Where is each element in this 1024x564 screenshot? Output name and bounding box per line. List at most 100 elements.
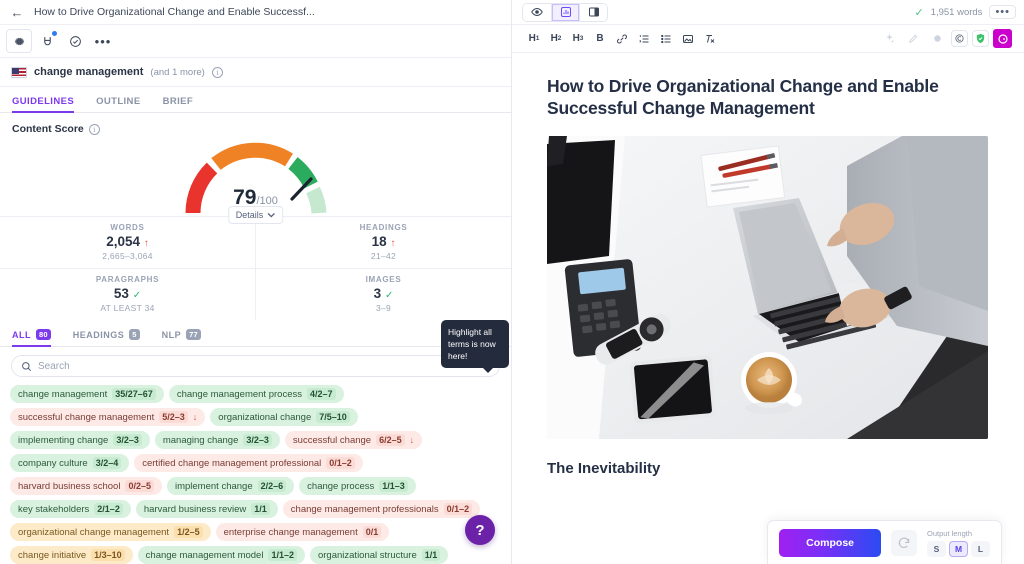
tab-guidelines[interactable]: GUIDELINES	[12, 96, 86, 113]
term-text: certified change management professional	[142, 457, 322, 469]
term-chip[interactable]: certified change management professional…	[134, 454, 363, 472]
term-tab-label: HEADINGS	[72, 329, 125, 340]
details-toggle-button[interactable]: Details	[227, 206, 284, 224]
term-chip[interactable]: implementing change 3/2–3	[10, 431, 150, 449]
output-size-l[interactable]: L	[971, 540, 990, 557]
term-chip[interactable]: organizational structure 1/1	[309, 546, 449, 564]
term-arrow-down-icon: ↓	[409, 435, 415, 445]
metric-images: IMAGES 3 ✓ 3–9	[255, 269, 511, 320]
term-chip[interactable]: change management 35/27–67	[10, 385, 164, 403]
term-chip[interactable]: successful change 6/2–5 ↓	[284, 431, 423, 449]
term-chip[interactable]: organizational change management 1/2–5	[10, 523, 211, 541]
metric-value: 2,054	[106, 234, 141, 249]
term-chip-list: change management 35/27–67 change managem…	[0, 383, 511, 564]
term-count: 1/1	[421, 549, 441, 561]
metrics-grid: Details WORDS 2,054 ↑ 2,665–3,064 HEADIN…	[0, 206, 511, 320]
ordered-list-icon[interactable]	[634, 29, 654, 49]
term-chip[interactable]: harvard business review 1/1	[135, 500, 278, 518]
term-arrow-down-icon: ↓	[192, 412, 198, 422]
term-chip[interactable]: change management process 4/2–7	[168, 385, 344, 403]
term-search-row: ⋮	[0, 347, 511, 383]
term-chip[interactable]: company culture 3/2–4	[10, 454, 130, 472]
circle-icon[interactable]	[927, 29, 947, 49]
metric-label: HEADINGS	[359, 223, 408, 232]
term-tab-all[interactable]: ALL 80	[12, 329, 51, 347]
term-tab-badge: 77	[186, 329, 201, 340]
output-length-control: Output length S M L	[927, 529, 990, 557]
term-chip[interactable]: harvard business school 0/2–5	[10, 477, 162, 495]
term-chip[interactable]: managing change 3/2–3	[154, 431, 280, 449]
settings-gear-icon[interactable]	[6, 29, 32, 53]
output-size-m[interactable]: M	[949, 540, 968, 557]
plagiarism-check-icon[interactable]	[951, 30, 968, 47]
term-chip[interactable]: implement change 2/2–6	[166, 477, 295, 495]
metric-range: 3–9	[375, 303, 392, 313]
term-text: harvard business school	[18, 480, 121, 492]
refresh-icon[interactable]	[891, 529, 917, 556]
info-icon[interactable]: i	[211, 66, 223, 78]
term-text: successful change management	[18, 411, 155, 423]
metric-label: WORDS	[110, 223, 145, 232]
search-box[interactable]: ⋮	[11, 355, 500, 377]
help-button[interactable]: ?	[465, 515, 495, 545]
document-editor[interactable]: How to Drive Organizational Change and E…	[512, 53, 1024, 564]
heading-3-button[interactable]: H3	[568, 29, 588, 49]
term-tab-headings[interactable]: HEADINGS 5	[73, 329, 140, 346]
term-chip[interactable]: successful change management 5/2–3 ↓	[10, 408, 206, 426]
split-panel-icon[interactable]	[579, 3, 607, 21]
term-chip[interactable]: change management professionals 0/1–2	[282, 500, 481, 518]
term-chip[interactable]: enterprise change management 0/1	[215, 523, 390, 541]
check-circle-icon[interactable]	[62, 29, 88, 53]
additional-keywords-label[interactable]: (and 1 more)	[150, 67, 204, 78]
heading-1-button[interactable]: H1	[524, 29, 544, 49]
term-count: 0/2–5	[125, 480, 154, 492]
more-options-icon[interactable]: •••	[90, 29, 116, 53]
output-length-label: Output length	[927, 528, 973, 538]
tab-outline[interactable]: OUTLINE	[96, 96, 153, 112]
term-tab-label: NLP	[161, 329, 182, 340]
left-iconbar: •••	[0, 25, 511, 58]
arrow-left-icon[interactable]: ←	[10, 6, 24, 19]
term-chip[interactable]: change process 1/1–3	[299, 477, 416, 495]
term-chip[interactable]: key stakeholders 2/1–2	[10, 500, 131, 518]
metric-status-check-icon: ✓	[384, 290, 394, 301]
content-score-info-icon[interactable]: i	[88, 123, 100, 135]
primary-keyword: change management	[34, 66, 144, 78]
editor-more-icon[interactable]: •••	[989, 5, 1016, 19]
preview-eye-icon[interactable]	[523, 3, 551, 21]
metrics-view-icon[interactable]	[551, 3, 579, 21]
notification-dot	[51, 30, 58, 37]
metric-status-up-icon: ↑	[390, 238, 396, 249]
editor-format-toolbar: H1 H2 H3 B	[512, 25, 1024, 53]
term-count: 3/2–3	[243, 434, 272, 446]
compose-button[interactable]: Compose	[779, 528, 881, 557]
link-icon[interactable]	[612, 29, 632, 49]
content-score-label: Content Score	[12, 123, 84, 135]
compose-toolbar: Compose Output length S M L	[767, 520, 1002, 564]
metric-range: 2,665–3,064	[102, 251, 153, 261]
clear-formatting-icon[interactable]	[700, 29, 720, 49]
term-tab-label: ALL	[12, 329, 31, 340]
document-section-heading: The Inevitability	[547, 460, 661, 477]
term-text: organizational change	[218, 411, 312, 423]
heading-2-button[interactable]: H2	[546, 29, 566, 49]
term-chip[interactable]: change management model 1/1–2	[137, 546, 305, 564]
ai-sparkle-icon[interactable]	[879, 29, 899, 49]
image-icon[interactable]	[678, 29, 698, 49]
term-count: 1/1–2	[268, 549, 297, 561]
output-size-s[interactable]: S	[927, 540, 946, 557]
term-chip[interactable]: organizational change 7/5–10	[210, 408, 358, 426]
term-chip[interactable]: change initiative 1/3–10	[10, 546, 133, 564]
bullet-list-icon[interactable]	[656, 29, 676, 49]
pencil-icon[interactable]	[903, 29, 923, 49]
grammarly-icon[interactable]	[993, 29, 1012, 48]
term-tab-nlp[interactable]: NLP 77	[162, 329, 201, 346]
tab-brief[interactable]: BRIEF	[163, 96, 206, 112]
term-text: implement change	[174, 480, 253, 492]
search-input[interactable]	[38, 360, 473, 372]
term-count: 0/1–2	[443, 503, 473, 515]
bold-button[interactable]: B	[590, 29, 610, 49]
term-count: 4/2–7	[306, 388, 336, 400]
shield-check-icon[interactable]	[972, 30, 989, 47]
magnet-icon[interactable]	[34, 29, 60, 53]
